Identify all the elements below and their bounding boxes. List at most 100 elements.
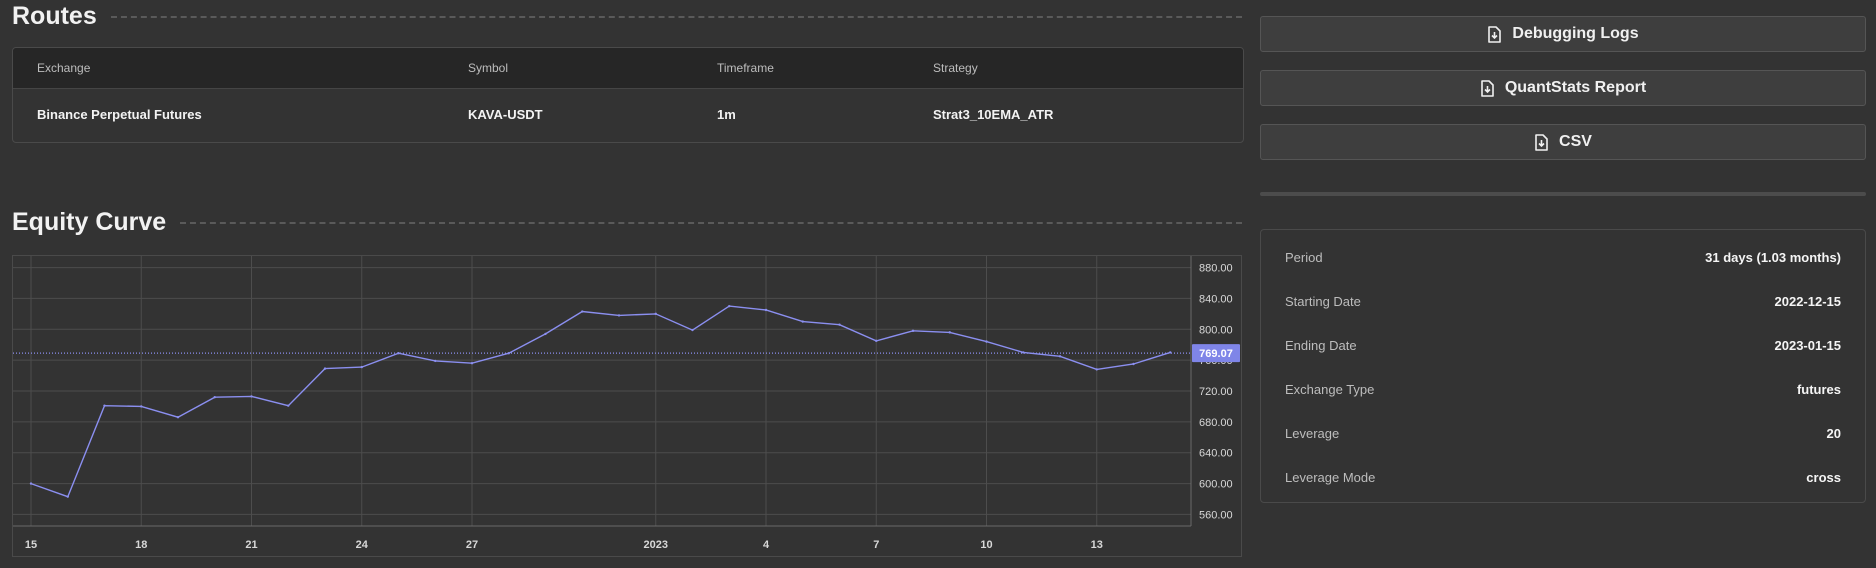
info-value: 2023-01-15 — [1774, 337, 1842, 353]
routes-title: Routes — [12, 2, 97, 30]
equity-point — [1169, 351, 1172, 354]
equity-point — [140, 405, 143, 408]
routes-table-header: Exchange Symbol Timeframe Strategy — [13, 48, 1243, 89]
info-label: Leverage Mode — [1285, 469, 1376, 485]
info-value: 20 — [1826, 425, 1841, 441]
y-tick-label: 840.00 — [1199, 293, 1233, 305]
x-tick-label: 13 — [1091, 539, 1103, 551]
info-value: 2022-12-15 — [1774, 293, 1842, 309]
y-tick-label: 800.00 — [1199, 324, 1233, 336]
file-download-icon — [1487, 25, 1502, 43]
quantstats-report-label: QuantStats Report — [1504, 79, 1647, 96]
x-tick-label: 2023 — [644, 539, 668, 551]
column-header-exchange: Exchange — [37, 61, 91, 75]
info-label: Starting Date — [1285, 293, 1361, 309]
debugging-logs-label: Debugging Logs — [1512, 25, 1639, 42]
equity-point — [1022, 351, 1025, 354]
info-row-ending-date: Ending Date 2023-01-15 — [1285, 335, 1841, 355]
equity-point — [985, 340, 988, 343]
info-row-exchange-type: Exchange Type futures — [1285, 379, 1841, 399]
equity-point — [176, 416, 180, 419]
equity-point — [250, 395, 253, 398]
column-header-symbol: Symbol — [468, 61, 509, 75]
equity-point — [801, 320, 804, 323]
info-row-period: Period 31 days (1.03 months) — [1285, 247, 1841, 267]
x-tick-label: 24 — [356, 539, 369, 551]
equity-point — [911, 329, 915, 333]
y-tick-label: 600.00 — [1199, 479, 1233, 491]
title-divider — [180, 221, 1242, 224]
y-tick-label: 720.00 — [1199, 386, 1233, 398]
equity-point — [360, 365, 363, 369]
info-label: Period — [1285, 249, 1323, 265]
file-download-icon — [1480, 79, 1495, 97]
current-value-label: 769.07 — [1199, 348, 1233, 360]
routes-title-row: Routes — [12, 2, 1242, 31]
y-tick-label: 640.00 — [1199, 448, 1233, 460]
equity-point — [654, 312, 657, 316]
x-tick-label: 27 — [466, 539, 478, 551]
equity-point — [287, 404, 290, 407]
divider — [1260, 192, 1866, 196]
equity-title-row: Equity Curve — [12, 208, 1242, 237]
equity-point — [213, 395, 216, 399]
column-header-strategy: Strategy — [933, 61, 978, 75]
equity-curve-title: Equity Curve — [12, 208, 167, 236]
equity-point — [323, 367, 327, 370]
csv-button[interactable]: CSV — [1260, 124, 1866, 160]
equity-point — [66, 495, 69, 498]
info-value: 31 days (1.03 months) — [1705, 249, 1841, 265]
y-tick-label: 880.00 — [1199, 263, 1233, 275]
equity-curve-chart[interactable]: 560.00600.00640.00680.00720.00760.00800.… — [12, 255, 1242, 557]
cell-timeframe: 1m — [717, 107, 736, 122]
equity-point — [617, 314, 621, 317]
x-tick-label: 10 — [980, 539, 992, 551]
info-value: futures — [1796, 381, 1841, 397]
equity-line — [30, 305, 1171, 498]
equity-point — [875, 339, 878, 343]
equity-point — [507, 352, 510, 355]
equity-point — [434, 359, 437, 363]
y-tick-label: 680.00 — [1199, 417, 1233, 429]
equity-point — [838, 323, 841, 326]
x-tick-label: 21 — [245, 539, 257, 551]
info-value: cross — [1806, 469, 1841, 485]
equity-point — [1132, 362, 1135, 366]
equity-point — [764, 308, 768, 312]
x-tick-label: 7 — [873, 539, 879, 551]
equity-point — [29, 482, 33, 485]
debugging-logs-button[interactable]: Debugging Logs — [1260, 16, 1866, 52]
cell-strategy: Strat3_10EMA_ATR — [933, 107, 1054, 122]
routes-table: Exchange Symbol Timeframe Strategy Binan… — [12, 47, 1244, 143]
equity-point — [544, 332, 547, 336]
info-row-starting-date: Starting Date 2022-12-15 — [1285, 291, 1841, 311]
title-divider — [110, 15, 1242, 18]
equity-point — [103, 404, 106, 407]
info-label: Ending Date — [1285, 337, 1357, 353]
table-row: Binance Perpetual Futures KAVA-USDT 1m S… — [13, 89, 1243, 142]
cell-exchange: Binance Perpetual Futures — [37, 107, 202, 122]
file-download-icon — [1534, 133, 1549, 151]
info-row-leverage-mode: Leverage Mode cross — [1285, 467, 1841, 487]
info-label: Leverage — [1285, 425, 1340, 441]
equity-point — [728, 304, 731, 308]
cell-symbol: KAVA-USDT — [468, 107, 543, 122]
equity-point — [1095, 368, 1098, 371]
equity-point — [470, 362, 474, 365]
equity-point — [1058, 355, 1062, 358]
x-tick-label: 18 — [135, 539, 147, 551]
equity-point — [581, 310, 584, 313]
info-row-leverage: Leverage 20 — [1285, 423, 1841, 443]
equity-point — [948, 331, 951, 334]
y-tick-label: 560.00 — [1199, 509, 1233, 521]
equity-chart-svg: 560.00600.00640.00680.00720.00760.00800.… — [13, 256, 1240, 551]
equity-point — [691, 328, 694, 332]
equity-point — [397, 352, 400, 355]
x-tick-label: 4 — [763, 539, 770, 551]
quantstats-report-button[interactable]: QuantStats Report — [1260, 70, 1866, 106]
column-header-timeframe: Timeframe — [717, 61, 774, 75]
info-label: Exchange Type — [1285, 381, 1375, 397]
csv-label: CSV — [1559, 133, 1592, 150]
x-tick-label: 15 — [25, 539, 37, 551]
backtest-info-panel: Period 31 days (1.03 months) Starting Da… — [1260, 229, 1866, 503]
